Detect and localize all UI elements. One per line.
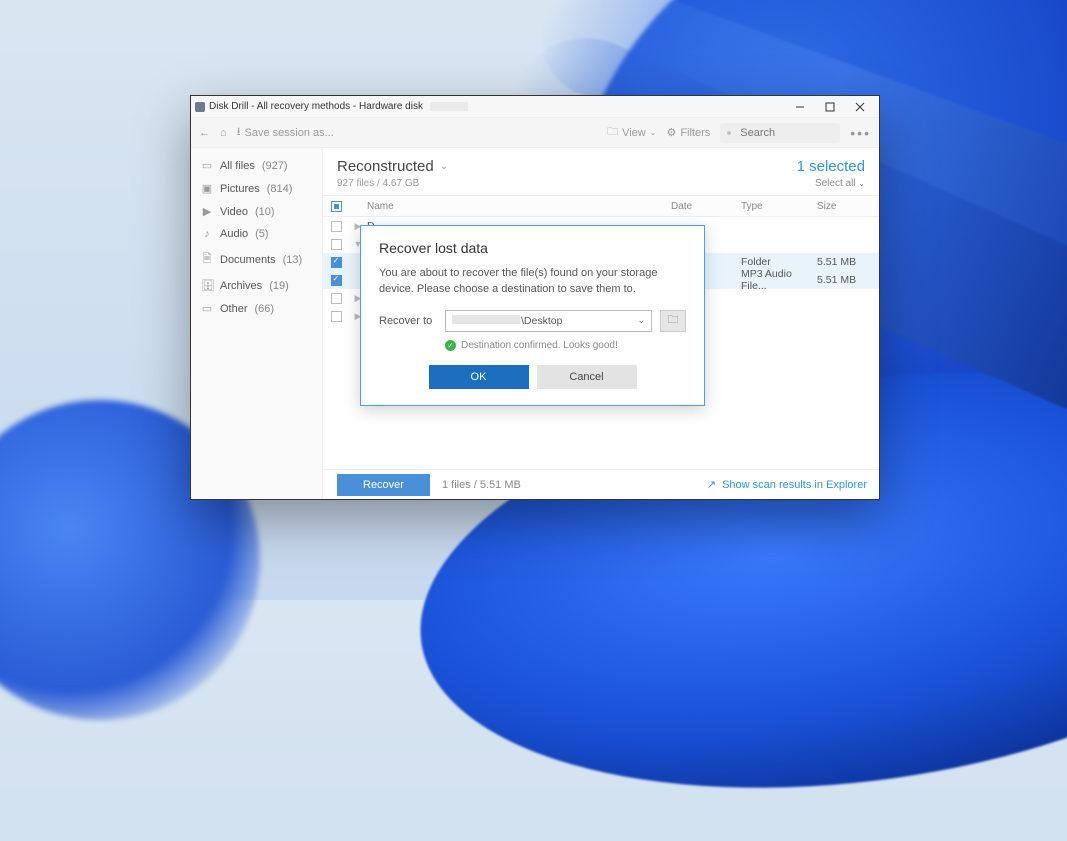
destination-status: ✓ Destination confirmed. Looks good! [445, 340, 686, 351]
cell-type: Folder [741, 256, 817, 268]
section-stats: 927 files / 4.67 GB [337, 178, 448, 189]
sidebar-item-label: Pictures [220, 183, 260, 195]
filters-label: Filters [680, 127, 710, 139]
row-checkbox[interactable] [331, 257, 342, 268]
row-checkbox[interactable] [331, 239, 342, 250]
row-checkbox[interactable] [331, 275, 342, 286]
chevron-down-icon: ⌄ [650, 128, 657, 137]
path-redacted [452, 315, 520, 324]
footer-summary: 1 files / 5.51 MB [442, 479, 521, 491]
back-button[interactable]: ← [199, 127, 210, 139]
sidebar-item-documents[interactable]: 🗎 Documents (13) [191, 245, 322, 274]
video-icon: ▶ [201, 205, 213, 218]
download-icon: ⭳ [237, 123, 241, 142]
recover-dialog: Recover lost data You are about to recov… [360, 225, 705, 406]
sidebar-item-label: Audio [220, 228, 248, 240]
documents-icon: 🗎 [201, 250, 213, 269]
cell-size: 5.51 MB [817, 256, 879, 268]
sidebar-item-label: Other [220, 303, 248, 315]
col-size[interactable]: Size [817, 201, 879, 212]
save-session-label: Save session as... [245, 127, 334, 139]
select-all-dropdown[interactable]: Select all ⌄ [797, 178, 865, 189]
browse-button[interactable]: 🗀 [660, 310, 686, 332]
window-controls [785, 96, 875, 118]
header-checkbox[interactable] [331, 201, 342, 212]
toolbar: ← ⌂ ⭳ Save session as... 🗀 View ⌄ ⚙ Filt… [191, 118, 879, 148]
cell-type: MP3 Audio File... [741, 268, 817, 292]
table-header: Name Date Type Size [323, 195, 879, 217]
sidebar-item-count: (19) [269, 280, 289, 292]
audio-icon: ♪ [201, 228, 213, 240]
show-in-explorer-link[interactable]: ↗ Show scan results in Explorer [707, 478, 867, 491]
folder-icon: 🗀 [607, 123, 618, 142]
sliders-icon: ⚙ [666, 126, 676, 139]
minimize-button[interactable] [785, 96, 815, 118]
chevron-down-icon: ⌄ [637, 315, 645, 326]
sidebar-item-count: (13) [283, 254, 303, 266]
section-title: Reconstructed [337, 158, 434, 175]
sidebar-item-count: (927) [262, 160, 288, 172]
cell-size: 5.51 MB [817, 274, 879, 286]
home-button[interactable]: ⌂ [220, 127, 227, 139]
sidebar-item-archives[interactable]: 🗄 Archives (19) [191, 274, 322, 297]
chevron-down-icon: ⌄ [440, 161, 448, 172]
save-session-button[interactable]: ⭳ Save session as... [237, 123, 334, 142]
show-in-explorer-label: Show scan results in Explorer [722, 479, 867, 491]
view-label: View [622, 127, 646, 139]
filters-button[interactable]: ⚙ Filters [666, 126, 710, 139]
row-checkbox[interactable] [331, 293, 342, 304]
row-checkbox[interactable] [331, 221, 342, 232]
col-date[interactable]: Date [671, 201, 741, 212]
maximize-button[interactable] [815, 96, 845, 118]
sidebar-item-label: Documents [220, 254, 276, 266]
sidebar-item-count: (5) [255, 228, 268, 240]
sidebar-item-count: (66) [255, 303, 275, 315]
destination-select[interactable]: \Desktop ⌄ [445, 310, 652, 332]
recover-to-label: Recover to [379, 315, 437, 327]
row-checkbox[interactable] [331, 311, 342, 322]
titlebar[interactable]: Disk Drill - All recovery methods - Hard… [191, 96, 879, 118]
dialog-body: You are about to recover the file(s) fou… [379, 266, 686, 298]
sidebar-item-other[interactable]: ▭ Other (66) [191, 297, 322, 320]
sidebar-item-count: (814) [267, 183, 293, 195]
col-name[interactable]: Name [367, 201, 671, 212]
overflow-menu[interactable]: ••• [850, 125, 871, 141]
window-title-text: Disk Drill - All recovery methods - Hard… [209, 101, 423, 112]
selection-count: 1 selected [797, 158, 865, 175]
sidebar: ▭ All files (927) ▣ Pictures (814) ▶ Video … [191, 148, 323, 499]
view-dropdown[interactable]: 🗀 View ⌄ [607, 123, 656, 142]
check-circle-icon: ✓ [445, 340, 456, 351]
files-icon: ▭ [201, 159, 213, 172]
cancel-button[interactable]: Cancel [537, 365, 637, 389]
destination-path: \Desktop [521, 315, 562, 327]
other-icon: ▭ [201, 302, 213, 315]
sidebar-item-label: Video [220, 206, 248, 218]
sidebar-item-count: (10) [255, 206, 275, 218]
window-title: Disk Drill - All recovery methods - Hard… [195, 101, 468, 112]
dialog-title: Recover lost data [379, 240, 686, 256]
sidebar-item-video[interactable]: ▶ Video (10) [191, 200, 322, 223]
footer: Recover 1 files / 5.51 MB ↗ Show scan re… [323, 469, 879, 499]
ok-button[interactable]: OK [429, 365, 529, 389]
app-icon [195, 102, 205, 112]
external-link-icon: ↗ [707, 478, 716, 491]
sidebar-item-audio[interactable]: ♪ Audio (5) [191, 223, 322, 245]
select-all-label: Select all [815, 178, 856, 189]
folder-icon: 🗀 [668, 311, 679, 330]
close-button[interactable] [845, 96, 875, 118]
destination-status-text: Destination confirmed. Looks good! [461, 340, 618, 351]
sidebar-item-pictures[interactable]: ▣ Pictures (814) [191, 177, 322, 200]
col-type[interactable]: Type [741, 201, 817, 212]
chevron-down-icon: ⌄ [858, 179, 865, 188]
section-title-dropdown[interactable]: Reconstructed ⌄ [337, 158, 448, 175]
sidebar-item-label: Archives [220, 280, 262, 292]
archives-icon: 🗄 [201, 279, 213, 292]
search-input[interactable] [720, 123, 840, 143]
sidebar-item-label: All files [220, 160, 255, 172]
title-redacted [430, 102, 468, 111]
pictures-icon: ▣ [201, 182, 213, 195]
sidebar-item-all-files[interactable]: ▭ All files (927) [191, 154, 322, 177]
recover-button[interactable]: Recover [337, 474, 430, 496]
